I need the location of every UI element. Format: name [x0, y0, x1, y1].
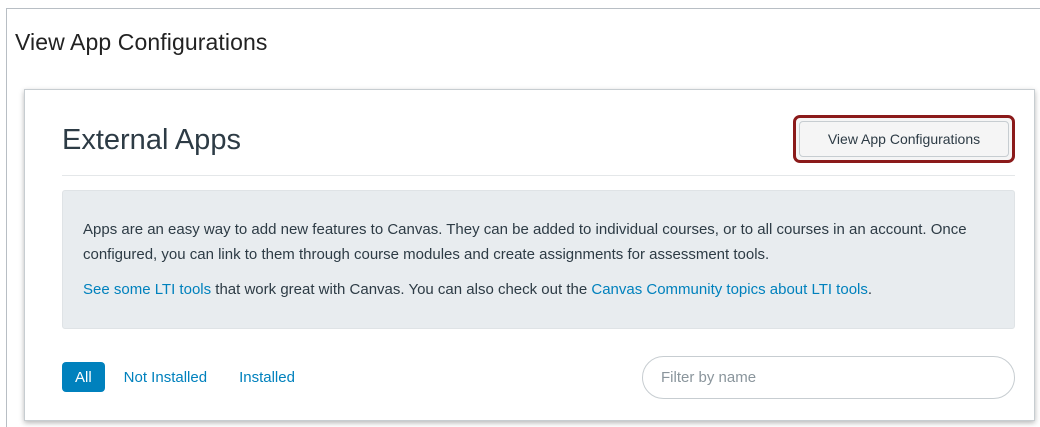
- panel-title: External Apps: [62, 124, 241, 156]
- info-links-paragraph: See some LTI tools that work great with …: [83, 277, 994, 302]
- frame-title: View App Configurations: [15, 29, 268, 55]
- app-filter-tabs: All Not Installed Installed: [62, 362, 317, 392]
- info-links-end: .: [867, 281, 873, 298]
- view-app-configurations-button[interactable]: View App Configurations: [799, 121, 1009, 157]
- tab-all[interactable]: All: [62, 362, 105, 392]
- configurations-frame: View App Configurations External Apps Vi…: [6, 8, 1040, 427]
- header-divider: [62, 175, 1015, 176]
- tab-installed[interactable]: Installed: [229, 362, 305, 392]
- info-links-text: that work great with Canvas. You can als…: [211, 281, 592, 298]
- tab-not-installed[interactable]: Not Installed: [114, 362, 217, 392]
- info-description: Apps are an easy way to add new features…: [83, 221, 967, 263]
- community-topics-link[interactable]: Canvas Community topics about LTI tools: [591, 281, 868, 298]
- lti-tools-link[interactable]: See some LTI tools: [83, 281, 211, 298]
- external-apps-panel: External Apps View App Configurations Ap…: [24, 89, 1035, 421]
- view-app-configurations-button-highlight: View App Configurations: [793, 115, 1015, 163]
- filter-by-name-input[interactable]: [642, 356, 1015, 399]
- apps-info-box: Apps are an easy way to add new features…: [62, 190, 1015, 329]
